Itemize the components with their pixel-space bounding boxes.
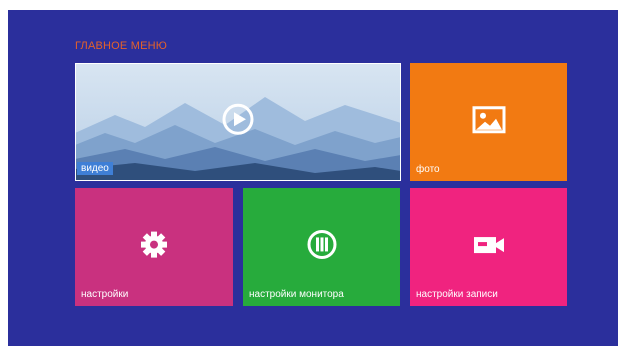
photo-tile[interactable]: фото	[410, 63, 567, 181]
monitor-settings-label: настройки монитора	[249, 289, 344, 300]
monitor-settings-tile[interactable]: настройки монитора	[243, 188, 400, 306]
equalizer-icon	[307, 229, 336, 259]
camera-icon	[473, 237, 504, 254]
video-tile[interactable]: видео	[75, 63, 401, 181]
menu-title: ГЛАВНОЕ МЕНЮ	[75, 40, 168, 52]
record-settings-label: настройки записи	[416, 289, 498, 300]
play-icon	[222, 103, 254, 135]
image-icon	[472, 106, 505, 134]
record-settings-tile[interactable]: настройки записи	[410, 188, 567, 306]
photo-label: фото	[416, 164, 440, 175]
gear-icon	[141, 231, 167, 258]
settings-tile[interactable]: настройки	[75, 188, 233, 306]
settings-label: настройки	[81, 289, 129, 300]
main-menu-screen: ГЛАВНОЕ МЕНЮ видео фото настройки настро…	[8, 10, 618, 346]
video-label: видео	[77, 162, 113, 175]
